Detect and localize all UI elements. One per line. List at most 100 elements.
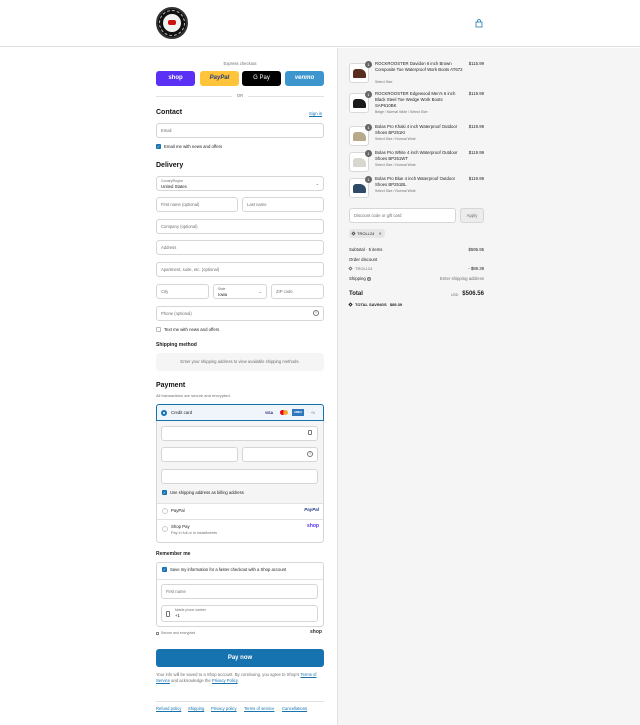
last-name-field[interactable]: Last name <box>242 197 324 212</box>
order-discount-label: Order discount <box>349 257 378 262</box>
checkmark-icon: ✓ <box>162 490 167 496</box>
total-savings: TOTAL SAVINGS $89.39 <box>348 302 402 308</box>
payment-subtitle: All transactions are secure and encrypte… <box>156 393 231 398</box>
google-pay-label: G Pay <box>253 75 270 81</box>
lock-icon <box>156 631 159 635</box>
product-thumbnail: 1 <box>349 176 372 198</box>
shop-pay-option-label: Shop Pay <box>171 524 190 529</box>
phone-field[interactable]: Phone (optional) ? <box>156 306 324 321</box>
boot-image <box>353 184 366 193</box>
legal-period: . <box>237 678 239 683</box>
billing-address-checkbox[interactable]: ✓ Use shipping address as billing address <box>162 490 244 496</box>
phone-placeholder: Phone (optional) <box>161 311 192 316</box>
name-on-card-field[interactable] <box>161 469 318 484</box>
product-variant: Select Size / Normal Wide <box>375 163 416 167</box>
shipping-value: Enter shipping address <box>440 276 484 281</box>
discount-placeholder: Discount code or gift card <box>354 213 402 218</box>
remember-me-heading: Remember me <box>156 551 191 557</box>
shop-logo-icon: shop <box>310 629 322 635</box>
boot-image <box>353 132 366 141</box>
terms-of-service-link[interactable]: Terms of service <box>244 706 274 711</box>
discount-value: - $89.39 <box>468 266 484 271</box>
remember-first-name-field[interactable]: First name <box>161 584 318 599</box>
contact-heading: Contact <box>156 109 183 116</box>
apartment-field[interactable]: Apartment, suite, etc. (optional) <box>156 262 324 277</box>
store-logo[interactable] <box>156 7 188 39</box>
product-variant: Select Size <box>375 80 393 84</box>
tag-icon <box>351 231 356 237</box>
address-field[interactable]: Address <box>156 240 324 255</box>
shipping-method-heading: Shipping method <box>156 342 197 348</box>
checkbox-icon <box>156 327 161 333</box>
close-icon[interactable]: ✕ <box>378 231 381 236</box>
help-icon[interactable]: ? <box>307 451 313 457</box>
country-select[interactable]: Country/Region United States ⌄ <box>156 176 324 191</box>
save-info-checkbox[interactable]: ✓ Save my information for a faster checko… <box>162 567 287 573</box>
logo-crest-icon <box>168 20 176 25</box>
google-pay-express-button[interactable]: G Pay <box>242 71 281 86</box>
venmo-express-button[interactable]: venmo <box>285 71 324 86</box>
amex-icon: AMEX <box>292 409 304 416</box>
zip-field[interactable]: ZIP code <box>271 284 324 299</box>
text-news-checkbox[interactable]: Text me with news and offers <box>156 327 219 333</box>
mobile-value: +1 <box>175 613 180 618</box>
radio-icon <box>162 508 168 514</box>
company-field[interactable]: Company (optional) <box>156 219 324 234</box>
legal-text: Your info will be saved to a Shop accoun… <box>156 672 324 684</box>
pay-now-button[interactable]: Pay now <box>156 649 324 667</box>
shop-pay-express-button[interactable]: shop <box>156 71 195 86</box>
bag-icon[interactable] <box>472 16 486 30</box>
chip-code: TROLL24 <box>357 231 375 236</box>
subtotal-value: $595.95 <box>468 247 484 252</box>
mobile-phone-field[interactable]: Mobile phone number +1 <box>161 605 318 622</box>
product-variant: Beige / Normal Wide / Select Size <box>375 110 428 114</box>
payment-heading: Payment <box>156 382 186 389</box>
header <box>0 0 640 47</box>
shop-pay-label: shop <box>168 75 183 81</box>
boot-image <box>353 99 366 108</box>
product-name: ROCKROOSTER Davidon 6 inch Brown Composi… <box>375 61 463 72</box>
quantity-badge: 1 <box>365 150 372 157</box>
paypal-express-button[interactable]: PayPal <box>200 71 239 86</box>
help-icon[interactable]: ? <box>313 310 319 316</box>
security-code-field[interactable]: ? <box>242 447 318 462</box>
credit-card-option[interactable]: Credit card VISA AMEX +1 <box>156 404 324 421</box>
first-name-placeholder: First name (optional) <box>161 202 200 207</box>
company-placeholder: Company (optional) <box>161 224 198 229</box>
save-info-label: Save my information for a faster checkou… <box>170 567 287 572</box>
card-number-field[interactable] <box>161 426 318 441</box>
footer-divider <box>156 701 324 702</box>
email-placeholder: Email <box>161 128 172 133</box>
product-name: ROCKROOSTER Edgewood Men's 6 inch Black … <box>375 91 456 108</box>
privacy-policy-link[interactable]: Privacy policy <box>211 706 237 711</box>
state-select[interactable]: State Iowa ⌄ <box>213 284 267 299</box>
last-name-placeholder: Last name <box>247 202 267 207</box>
refund-policy-link[interactable]: Refund policy <box>156 706 181 711</box>
shop-pay-option[interactable]: Shop Pay Pay in full or in installments … <box>157 520 323 542</box>
expiration-field[interactable] <box>161 447 238 462</box>
paypal-label: PayPal <box>209 75 230 81</box>
help-icon[interactable]: ? <box>366 276 371 281</box>
cancellations-link[interactable]: Cancellations <box>282 706 307 711</box>
shipping-policy-link[interactable]: Shipping <box>188 706 204 711</box>
email-news-checkbox[interactable]: ✓ Email me with news and offers <box>156 144 222 150</box>
savings-label: TOTAL SAVINGS <box>355 302 387 307</box>
pay-now-label: Pay now <box>227 655 253 661</box>
product-price: $119.99 <box>468 150 484 155</box>
sign-in-link[interactable]: Sign in <box>309 111 322 116</box>
paypal-option[interactable]: PayPal PayPal <box>157 504 323 519</box>
radio-icon <box>162 526 168 532</box>
email-field[interactable]: Email <box>156 123 324 138</box>
chevron-down-icon: ⌄ <box>258 289 262 294</box>
total-currency: USD <box>451 293 459 297</box>
privacy-link[interactable]: Privacy Policy <box>212 678 238 683</box>
discount-code-field[interactable]: Discount code or gift card <box>349 208 456 223</box>
product-price: $119.99 <box>468 124 484 129</box>
express-checkout-title: Express checkout <box>223 61 257 66</box>
discount-chip: TROLL24 ✕ <box>349 229 385 238</box>
apply-button[interactable]: Apply <box>460 208 484 223</box>
city-field[interactable]: City <box>156 284 209 299</box>
legal-body: Your info will be saved to a Shop accoun… <box>156 672 300 677</box>
first-name-field[interactable]: First name (optional) <box>156 197 238 212</box>
product-thumbnail: 1 <box>349 150 372 172</box>
